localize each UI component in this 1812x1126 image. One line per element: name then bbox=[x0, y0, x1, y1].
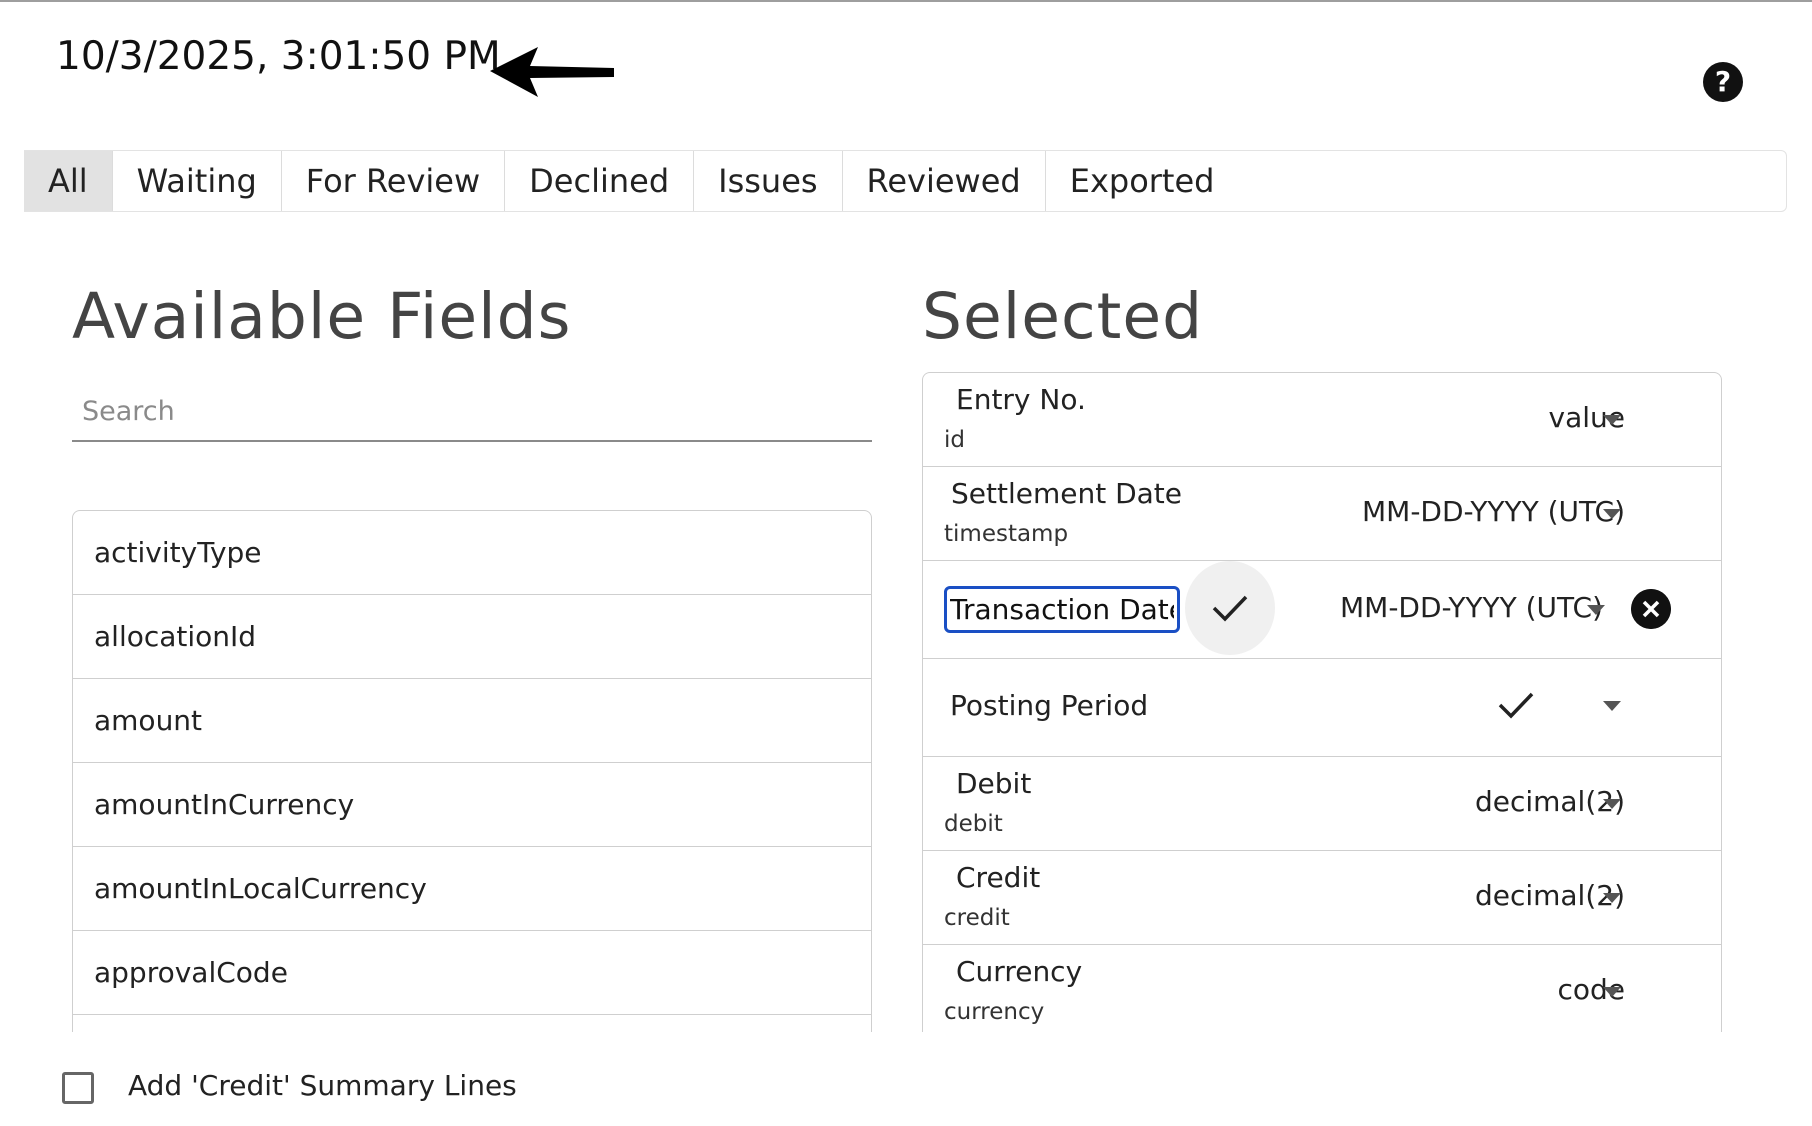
list-item[interactable]: amountInLocalCurrency bbox=[73, 847, 871, 931]
chevron-down-icon[interactable] bbox=[1603, 415, 1621, 425]
chevron-down-icon[interactable] bbox=[1603, 893, 1621, 903]
chevron-down-icon[interactable] bbox=[1603, 701, 1621, 711]
selected-fields-list[interactable]: Entry No. id value Settlement Date times… bbox=[922, 372, 1722, 1032]
selected-row[interactable]: Debit debit decimal(2) bbox=[923, 757, 1721, 851]
list-item[interactable]: approvalCode bbox=[73, 931, 871, 1015]
help-icon[interactable]: ? bbox=[1703, 62, 1743, 102]
field-key: credit bbox=[944, 905, 1010, 931]
tab-waiting[interactable]: Waiting bbox=[113, 151, 282, 211]
close-icon[interactable] bbox=[1631, 589, 1671, 629]
tab-for-review[interactable]: For Review bbox=[282, 151, 506, 211]
field-key: debit bbox=[944, 811, 1003, 837]
field-label: Currency bbox=[956, 955, 1083, 988]
available-fields-heading: Available Fields bbox=[72, 280, 572, 353]
credit-summary-checkbox[interactable] bbox=[62, 1072, 94, 1104]
field-label: Credit bbox=[956, 861, 1041, 894]
confirm-button[interactable] bbox=[1185, 561, 1275, 655]
tab-exported[interactable]: Exported bbox=[1046, 151, 1239, 211]
selected-heading: Selected bbox=[922, 280, 1204, 353]
left-arrow-icon bbox=[490, 47, 614, 97]
timestamp: 10/3/2025, 3:01:50 PM bbox=[56, 34, 501, 79]
field-key: timestamp bbox=[944, 521, 1069, 547]
field-key: currency bbox=[944, 999, 1045, 1025]
available-fields-list[interactable]: activityType allocationId amount amountI… bbox=[72, 510, 872, 1032]
tab-declined[interactable]: Declined bbox=[505, 151, 695, 211]
selected-row[interactable]: Credit credit decimal(2) bbox=[923, 851, 1721, 945]
list-item[interactable]: allocationId bbox=[73, 595, 871, 679]
list-item[interactable]: amountInCurrency bbox=[73, 763, 871, 847]
check-icon bbox=[1212, 595, 1248, 622]
chevron-down-icon[interactable] bbox=[1603, 509, 1621, 519]
selected-row-editing[interactable]: MM-DD-YYYY (UTC) bbox=[923, 561, 1721, 659]
chevron-down-icon[interactable] bbox=[1603, 987, 1621, 997]
format-select[interactable]: MM-DD-YYYY (UTC) bbox=[1340, 591, 1603, 624]
field-label: Posting Period bbox=[950, 689, 1149, 722]
top-border bbox=[0, 0, 1812, 2]
status-tabs: All Waiting For Review Declined Issues R… bbox=[24, 150, 1239, 212]
field-label: Settlement Date bbox=[951, 477, 1183, 510]
selected-row[interactable]: Entry No. id value bbox=[923, 373, 1721, 467]
tab-reviewed[interactable]: Reviewed bbox=[843, 151, 1046, 211]
field-name-input[interactable] bbox=[944, 586, 1180, 633]
selected-row[interactable]: Settlement Date timestamp MM-DD-YYYY (UT… bbox=[923, 467, 1721, 561]
list-item[interactable]: activityType bbox=[73, 511, 871, 595]
field-key: id bbox=[944, 427, 965, 453]
chevron-down-icon[interactable] bbox=[1603, 799, 1621, 809]
field-label: Entry No. bbox=[956, 383, 1086, 416]
list-item[interactable]: amount bbox=[73, 679, 871, 763]
tab-all[interactable]: All bbox=[24, 151, 113, 211]
check-icon[interactable] bbox=[1498, 691, 1534, 719]
selected-row[interactable]: Posting Period bbox=[923, 659, 1721, 757]
credit-summary-label[interactable]: Add 'Credit' Summary Lines bbox=[128, 1069, 517, 1102]
list-item-partial[interactable] bbox=[73, 1015, 871, 1032]
field-label: Debit bbox=[956, 767, 1032, 800]
chevron-down-icon[interactable] bbox=[1587, 605, 1605, 615]
tab-issues[interactable]: Issues bbox=[694, 151, 843, 211]
selected-row[interactable]: Currency currency code bbox=[923, 945, 1721, 1032]
search-input[interactable] bbox=[72, 382, 872, 442]
format-select[interactable]: MM-DD-YYYY (UTC) bbox=[1362, 495, 1625, 528]
